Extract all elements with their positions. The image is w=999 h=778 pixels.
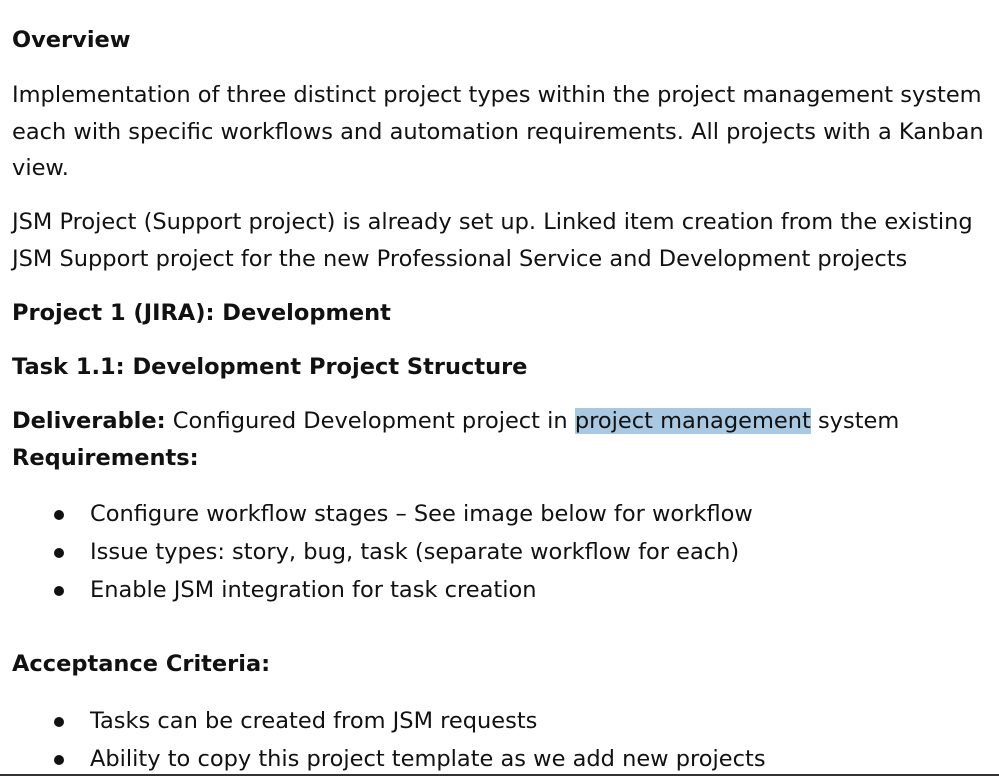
- bullet-icon: [54, 717, 64, 727]
- list-item: Enable JSM integration for task creation: [12, 571, 992, 609]
- overview-paragraph-1: Implementation of three distinct project…: [12, 77, 992, 187]
- overview-heading: Overview: [12, 27, 131, 53]
- list-item: Issue types: story, bug, task (separate …: [12, 533, 992, 571]
- overview-paragraph-1-line-3: view.: [12, 155, 69, 181]
- bullet-icon: [54, 548, 64, 558]
- deliverable-text-end: system: [810, 408, 900, 434]
- acceptance-criteria-list: Tasks can be created from JSM requests A…: [12, 702, 992, 778]
- list-item-text: Configure workflow stages – See image be…: [90, 501, 753, 527]
- task-1-1-heading: Task 1.1: Development Project Structure: [12, 354, 528, 380]
- list-item: Tasks can be created from JSM requests: [12, 702, 992, 740]
- overview-paragraph-1-line-1: Implementation of three distinct project…: [12, 82, 982, 108]
- deliverable-text: Configured Development project in: [165, 408, 575, 434]
- list-item-text: Issue types: story, bug, task (separate …: [90, 539, 740, 565]
- bottom-border: [0, 774, 999, 776]
- overview-paragraph-2: JSM Project (Support project) is already…: [12, 204, 992, 277]
- acceptance-criteria-heading: Acceptance Criteria:: [12, 651, 271, 677]
- overview-paragraph-2-line-1: JSM Project (Support project) is already…: [12, 209, 973, 235]
- overview-paragraph-2-line-2: JSM Support project for the new Professi…: [12, 245, 908, 272]
- bullet-icon: [54, 586, 64, 596]
- deliverable-label: Deliverable:: [12, 408, 166, 434]
- project-1-heading: Project 1 (JIRA): Development: [12, 300, 391, 326]
- deliverable-line: Deliverable: Configured Development proj…: [12, 403, 899, 440]
- list-item: Ability to copy this project template as…: [12, 740, 992, 778]
- bullet-icon: [54, 755, 64, 765]
- requirements-list: Configure workflow stages – See image be…: [12, 495, 992, 609]
- overview-paragraph-1-line-2: each with specific workflows and automat…: [12, 118, 984, 145]
- requirements-heading: Requirements:: [12, 445, 199, 471]
- selected-text-highlight[interactable]: project management: [574, 408, 811, 434]
- list-item-text: Tasks can be created from JSM requests: [90, 708, 538, 734]
- bullet-icon: [54, 510, 64, 520]
- list-item: Configure workflow stages – See image be…: [12, 495, 992, 533]
- list-item-text: Ability to copy this project template as…: [90, 746, 766, 772]
- list-item-text: Enable JSM integration for task creation: [90, 577, 537, 603]
